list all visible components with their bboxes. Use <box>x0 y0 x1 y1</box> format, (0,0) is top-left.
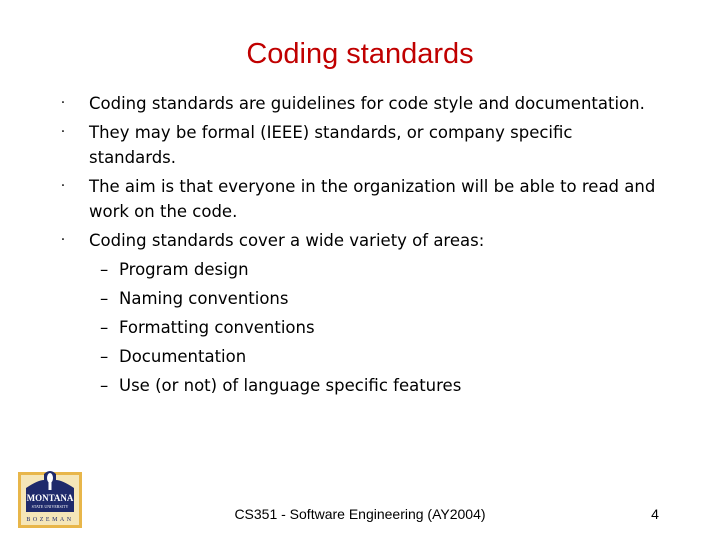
sub-bullet-text: Naming conventions <box>119 289 289 308</box>
sub-bullet-item: – Use (or not) of language specific featu… <box>58 371 678 400</box>
sub-bullet-text: Documentation <box>119 347 247 366</box>
sub-bullet-text: Formatting conventions <box>119 318 315 337</box>
bullet-icon: · <box>60 95 66 111</box>
logo-line3: BOZEMAN <box>26 517 73 523</box>
bullet-text: They may be formal (IEEE) standards, or … <box>89 123 573 167</box>
bullet-list: · Coding standards are guidelines for co… <box>58 89 678 400</box>
bullet-item: · They may be formal (IEEE) standards, o… <box>58 118 609 172</box>
bullet-icon: · <box>60 124 66 140</box>
bullet-text: Coding standards are guidelines for code… <box>89 94 645 113</box>
sub-bullet-item: – Documentation <box>58 342 678 371</box>
torch-icon <box>47 473 53 483</box>
sub-bullet-item: – Program design <box>58 255 678 284</box>
bullet-item: · The aim is that everyone in the organi… <box>58 172 689 226</box>
dash-icon: – <box>100 376 109 395</box>
slide-title: Coding standards <box>246 38 474 70</box>
bullet-item: · Coding standards cover a wide variety … <box>58 226 678 400</box>
sub-bullet-list: – Program design – Naming conventions – For… <box>58 255 678 400</box>
footer-text: CS351 - Software Engineering (AY2004) <box>234 506 486 522</box>
sub-bullet-item: – Formatting conventions <box>58 313 678 342</box>
dash-icon: – <box>100 289 109 308</box>
sub-bullet-item: – Naming conventions <box>58 284 678 313</box>
bullet-text: The aim is that everyone in the organiza… <box>89 177 656 221</box>
logo-line1: MONTANA <box>27 493 74 503</box>
bullet-icon: · <box>60 232 66 248</box>
sub-bullet-text: Program design <box>119 260 249 279</box>
page-number: 4 <box>651 506 659 522</box>
bullet-icon: · <box>60 178 66 194</box>
dash-icon: – <box>100 260 109 279</box>
dash-icon: – <box>100 318 109 337</box>
dash-icon: – <box>100 347 109 366</box>
bullet-text: Coding standards cover a wide variety of… <box>89 231 485 250</box>
bullet-item: · Coding standards are guidelines for co… <box>58 89 678 118</box>
sub-bullet-text: Use (or not) of language specific featur… <box>119 376 462 395</box>
torch-handle <box>48 482 52 490</box>
montana-state-university-logo: MONTANA STATE UNIVERSITY BOZEMAN <box>18 471 82 528</box>
logo-line2: STATE UNIVERSITY <box>32 504 69 509</box>
